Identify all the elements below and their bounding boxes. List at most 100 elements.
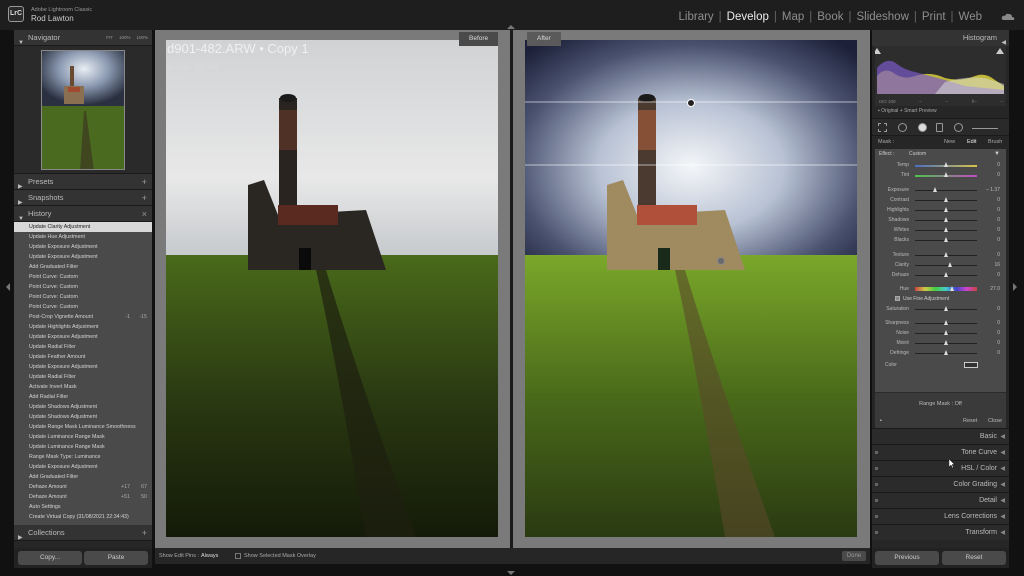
histogram-header[interactable]: Histogram ◀ <box>872 30 1009 46</box>
spot-removal-icon[interactable] <box>898 123 907 132</box>
highlights-slider[interactable]: Highlights 0 <box>875 205 1006 215</box>
whites-value[interactable]: 0 <box>997 227 1000 233</box>
history-item[interactable]: Point Curve: Custom <box>14 282 152 292</box>
zoom-100[interactable]: 100% <box>119 30 131 46</box>
histogram[interactable]: ISO 100 – – f/– – <box>873 46 1006 106</box>
hue-track[interactable] <box>915 287 977 291</box>
defringe-slider[interactable]: Defringe 0 <box>875 348 1006 358</box>
panel-switch-icon[interactable] <box>875 531 878 534</box>
range-mask-select[interactable]: Range Mask : Off <box>875 392 1006 414</box>
moir-value[interactable]: 0 <box>997 340 1000 346</box>
highlights-thumb[interactable] <box>943 207 948 212</box>
history-item[interactable]: Update Clarity Adjustment <box>14 222 152 232</box>
clarity-track[interactable] <box>915 265 977 266</box>
clarity-thumb[interactable] <box>948 262 953 267</box>
history-item[interactable]: Update Exposure Adjustment <box>14 252 152 262</box>
history-item[interactable]: Update Radial Filter <box>14 372 152 382</box>
saturation-thumb[interactable] <box>943 306 948 311</box>
adjustment-brush-icon[interactable] <box>972 128 998 129</box>
module-web[interactable]: Web <box>955 11 986 23</box>
color-swatch[interactable] <box>964 362 978 368</box>
texture-slider[interactable]: Texture 0 <box>875 250 1006 260</box>
graduated-filter-icon[interactable] <box>936 123 943 132</box>
history-item[interactable]: Add Radial Filter <box>14 392 152 402</box>
history-item[interactable]: Update Exposure Adjustment <box>14 362 152 372</box>
history-item[interactable]: Point Curve: Custom <box>14 272 152 282</box>
section-detail[interactable]: Detail ◀ <box>872 492 1009 508</box>
history-item[interactable]: Update Range Mask Luminance Smoothness <box>14 422 152 432</box>
mask-overlay-toggle[interactable]: Show Selected Mask Overlay <box>235 548 316 564</box>
defringe-thumb[interactable] <box>943 350 948 355</box>
fine-adjustment-checkbox[interactable] <box>895 296 900 301</box>
history-item[interactable]: Add Graduated Filter <box>14 472 152 482</box>
navigator-header[interactable]: ▼ Navigator FIT 100% 100% <box>14 30 152 46</box>
history-header[interactable]: ▼ History × <box>14 206 152 222</box>
temp-value[interactable]: 0 <box>997 162 1000 168</box>
clear-history-icon[interactable]: × <box>142 206 147 222</box>
done-button[interactable]: Done <box>842 551 866 561</box>
zoom-100-alt[interactable]: 100% <box>136 30 148 46</box>
history-item[interactable]: Dehaze Amount +51 50 <box>14 492 152 502</box>
exposure-track[interactable] <box>915 190 977 191</box>
filmstrip-toggle-icon[interactable] <box>507 571 515 575</box>
blacks-slider[interactable]: Blacks 0 <box>875 235 1006 245</box>
left-panel-toggle-icon[interactable] <box>6 283 10 291</box>
history-item[interactable]: Dehaze Amount +17 67 <box>14 482 152 492</box>
top-panel-toggle-icon[interactable] <box>507 25 515 29</box>
radial-filter-pin[interactable] <box>717 257 725 265</box>
history-item[interactable]: Update Radial Filter <box>14 342 152 352</box>
section-transform[interactable]: Transform ◀ <box>872 524 1009 540</box>
history-item[interactable]: Update Highlights Adjustment <box>14 322 152 332</box>
copy-button[interactable]: Copy... <box>18 551 82 565</box>
add-preset-icon[interactable]: + <box>142 174 147 190</box>
tint-value[interactable]: 0 <box>997 172 1000 178</box>
texture-thumb[interactable] <box>943 252 948 257</box>
panel-switch-icon[interactable] <box>875 483 878 486</box>
module-library[interactable]: Library <box>675 11 718 23</box>
dehaze-thumb[interactable] <box>943 272 948 277</box>
hue-thumb[interactable] <box>949 286 954 291</box>
contrast-slider[interactable]: Contrast 0 <box>875 195 1006 205</box>
brush-toggle-icon[interactable]: ▪ <box>880 414 882 428</box>
section-tone-curve[interactable]: Tone Curve ◀ <box>872 444 1009 460</box>
history-item[interactable]: Update Luminance Range Mask <box>14 432 152 442</box>
exposure-slider[interactable]: Exposure – 1.37 <box>875 185 1006 195</box>
history-item[interactable]: Update Feather Amount <box>14 352 152 362</box>
history-item[interactable]: Update Hue Adjustment <box>14 232 152 242</box>
edit-pins-select[interactable]: Always <box>201 548 218 564</box>
sharpness-value[interactable]: 0 <box>997 320 1000 326</box>
shadows-slider[interactable]: Shadows 0 <box>875 215 1006 225</box>
module-develop[interactable]: Develop <box>723 11 773 23</box>
hue-slider[interactable]: Hue 27.0 <box>875 284 1006 294</box>
blacks-thumb[interactable] <box>943 237 948 242</box>
reset-button[interactable]: Reset <box>942 551 1006 565</box>
before-photo[interactable] <box>166 40 498 537</box>
noise-slider[interactable]: Noise 0 <box>875 328 1006 338</box>
history-item[interactable]: Update Exposure Adjustment <box>14 462 152 472</box>
history-item[interactable]: Update Exposure Adjustment <box>14 242 152 252</box>
contrast-thumb[interactable] <box>943 197 948 202</box>
history-item[interactable]: Activate Invert Mask <box>14 382 152 392</box>
panel-switch-icon[interactable] <box>875 451 878 454</box>
temp-thumb[interactable] <box>943 162 948 167</box>
moir-slider[interactable]: Moiré 0 <box>875 338 1006 348</box>
mask-brush-button[interactable]: Brush <box>988 136 1002 149</box>
crop-tool-icon[interactable] <box>878 123 887 132</box>
effect-disclosure-icon[interactable]: ▼ <box>994 149 1000 160</box>
exposure-thumb[interactable] <box>932 187 937 192</box>
effect-preset-select[interactable]: Custom <box>909 149 926 160</box>
history-item[interactable]: Add Graduated Filter <box>14 262 152 272</box>
red-eye-icon[interactable] <box>918 123 927 132</box>
graduated-filter-pin[interactable] <box>687 99 695 107</box>
noise-value[interactable]: 0 <box>997 330 1000 336</box>
history-item[interactable]: Update Luminance Range Mask <box>14 442 152 452</box>
radial-filter-icon[interactable] <box>954 123 963 132</box>
snapshots-header[interactable]: ▶ Snapshots + <box>14 190 152 206</box>
highlights-value[interactable]: 0 <box>997 207 1000 213</box>
local-reset-button[interactable]: Reset <box>963 414 977 428</box>
module-slideshow[interactable]: Slideshow <box>852 11 912 23</box>
contrast-value[interactable]: 0 <box>997 197 1000 203</box>
paste-button[interactable]: Paste <box>84 551 148 565</box>
history-item[interactable]: Update Shadows Adjustment <box>14 412 152 422</box>
module-map[interactable]: Map <box>778 11 808 23</box>
